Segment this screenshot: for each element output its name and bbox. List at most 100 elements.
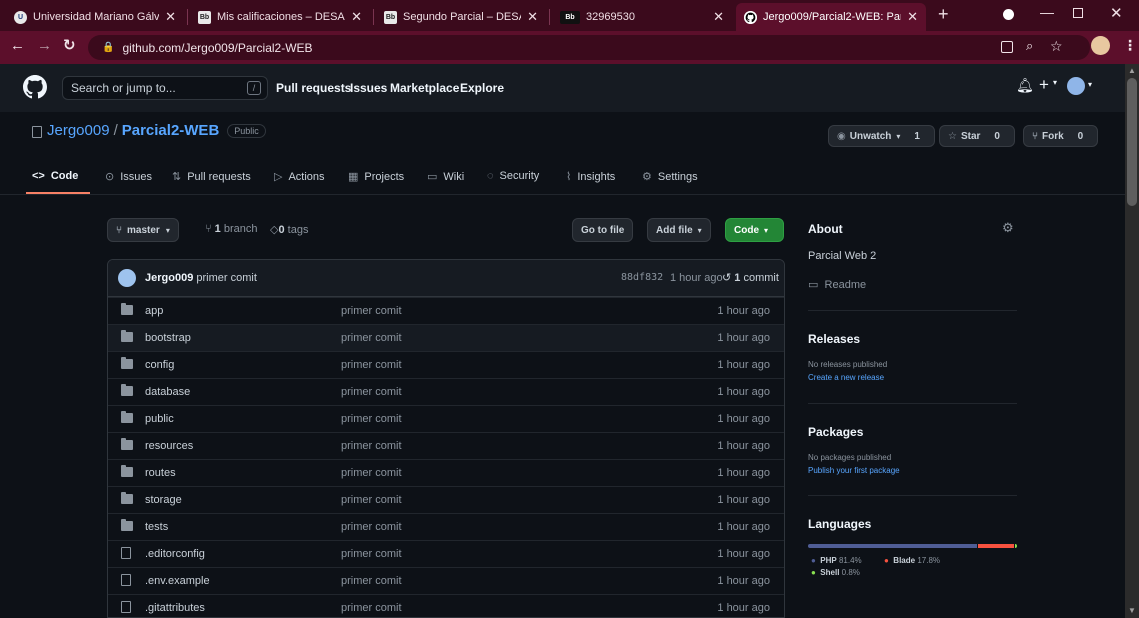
close-tab-icon[interactable]: ✕ <box>351 9 362 25</box>
tab-code[interactable]: <> Code <box>32 170 78 182</box>
maximize-icon[interactable] <box>1073 8 1083 18</box>
add-file-button[interactable]: Add file ▾ <box>647 218 711 242</box>
table-row[interactable]: database primer comit 1 hour ago <box>108 378 784 405</box>
nav-explore[interactable]: Explore <box>460 81 504 95</box>
file-name-link[interactable]: routes <box>145 467 176 479</box>
tab-wiki[interactable]: ▭ Wiki <box>427 170 464 184</box>
commit-author-avatar[interactable] <box>118 269 136 287</box>
file-name-link[interactable]: public <box>145 413 174 425</box>
table-row[interactable]: resources primer comit 1 hour ago <box>108 432 784 459</box>
file-commit-message-link[interactable]: primer comit <box>341 413 402 425</box>
branch-select-button[interactable]: ⑂ master ▾ <box>107 218 179 242</box>
address-bar[interactable]: 🔒 github.com/Jergo009/Parcial2-WEB <box>88 35 1090 60</box>
tab-search-icon[interactable] <box>1003 9 1014 20</box>
nav-issues[interactable]: Issues <box>350 81 387 95</box>
file-commit-message-link[interactable]: primer comit <box>341 359 402 371</box>
minimize-icon[interactable]: — <box>1040 4 1054 20</box>
file-commit-message-link[interactable]: primer comit <box>341 386 402 398</box>
github-logo-icon[interactable] <box>23 75 47 104</box>
go-to-file-button[interactable]: Go to file <box>572 218 634 242</box>
notifications-bell-icon[interactable]: 🔔︎ <box>1016 77 1034 94</box>
branches-link[interactable]: ⑂ 1 branch <box>205 223 257 235</box>
file-commit-message-link[interactable]: primer comit <box>341 440 402 452</box>
table-row[interactable]: config primer comit 1 hour ago <box>108 351 784 378</box>
reload-icon[interactable]: ↻ <box>63 36 76 54</box>
fork-count[interactable]: 0 <box>1072 130 1090 143</box>
tab-pull-requests[interactable]: ⇅ Pull requests <box>172 170 251 184</box>
file-commit-message-link[interactable]: primer comit <box>341 521 402 533</box>
table-row[interactable]: tests primer comit 1 hour ago <box>108 513 784 540</box>
table-row[interactable]: routes primer comit 1 hour ago <box>108 459 784 486</box>
tab-projects[interactable]: ▦ Projects <box>348 170 404 184</box>
nav-marketplace[interactable]: Marketplace <box>390 81 459 95</box>
file-commit-message-link[interactable]: primer comit <box>341 575 402 587</box>
file-commit-message-link[interactable]: primer comit <box>341 305 402 317</box>
scroll-down-arrow-icon[interactable]: ▼ <box>1128 606 1136 615</box>
commit-sha-link[interactable]: 88df832 <box>621 272 663 283</box>
repo-owner-link[interactable]: Jergo009 <box>47 122 110 139</box>
table-row[interactable]: public primer comit 1 hour ago <box>108 405 784 432</box>
table-row[interactable]: bootstrap primer comit 1 hour ago <box>108 324 784 351</box>
translate-icon[interactable] <box>1001 41 1013 53</box>
profile-avatar[interactable] <box>1091 36 1110 55</box>
create-release-link[interactable]: Create a new release <box>808 373 884 382</box>
file-name-link[interactable]: resources <box>145 440 193 452</box>
browser-menu-icon[interactable]: ⋮ <box>1123 37 1137 54</box>
browser-tab-github-active[interactable]: Jergo009/Parcial2-WEB: Parcial ✕ <box>736 3 926 31</box>
tab-settings[interactable]: ⚙ Settings <box>642 170 698 184</box>
repo-name-link[interactable]: Parcial2-WEB <box>122 122 220 139</box>
code-download-button[interactable]: Code ▾ <box>725 218 784 242</box>
file-name-link[interactable]: .env.example <box>145 575 210 587</box>
tags-link[interactable]: ◇0 tags <box>270 223 308 236</box>
close-tab-icon[interactable]: ✕ <box>907 9 918 25</box>
close-tab-icon[interactable]: ✕ <box>527 9 538 25</box>
unwatch-button[interactable]: ◉ Unwatch ▾ 1 <box>828 125 935 147</box>
table-row[interactable]: app primer comit 1 hour ago <box>108 297 784 324</box>
close-tab-icon[interactable]: ✕ <box>165 9 176 25</box>
scrollbar-thumb[interactable] <box>1127 78 1137 206</box>
new-tab-button[interactable]: + <box>938 4 949 25</box>
user-avatar[interactable] <box>1067 77 1085 95</box>
star-count[interactable]: 0 <box>988 130 1006 143</box>
fork-button[interactable]: ⑂ Fork 0 <box>1023 125 1099 147</box>
language-shell[interactable]: ● Shell 0.8% <box>811 568 860 577</box>
tab-security[interactable]: ◌ Security <box>487 170 539 182</box>
gear-icon[interactable]: ⚙ <box>1002 220 1014 236</box>
file-commit-message-link[interactable]: primer comit <box>341 602 402 614</box>
browser-tab-segundo-parcial[interactable]: Bb Segundo Parcial – DESARROLL ✕ <box>376 3 546 31</box>
file-name-link[interactable]: database <box>145 386 190 398</box>
file-name-link[interactable]: storage <box>145 494 182 506</box>
back-arrow-icon[interactable]: ← <box>10 37 25 54</box>
table-row[interactable]: .gitattributes primer comit 1 hour ago <box>108 594 784 617</box>
star-button[interactable]: ☆ Star 0 <box>939 125 1015 147</box>
watch-count[interactable]: 1 <box>908 130 926 143</box>
file-name-link[interactable]: app <box>145 305 163 317</box>
table-row[interactable]: .editorconfig primer comit 1 hour ago <box>108 540 784 567</box>
commit-message-link[interactable]: primer comit <box>196 272 257 284</box>
close-tab-icon[interactable]: ✕ <box>713 9 724 25</box>
table-row[interactable]: storage primer comit 1 hour ago <box>108 486 784 513</box>
search-input[interactable]: Search or jump to... / <box>62 76 268 100</box>
tab-issues[interactable]: ⊙ Issues <box>105 170 152 184</box>
commit-author-link[interactable]: Jergo009 <box>145 272 193 284</box>
file-commit-message-link[interactable]: primer comit <box>341 467 402 479</box>
file-commit-message-link[interactable]: primer comit <box>341 494 402 506</box>
file-name-link[interactable]: tests <box>145 521 168 533</box>
zoom-icon[interactable]: ⌕ <box>1026 38 1033 54</box>
forward-arrow-icon[interactable]: → <box>37 37 52 54</box>
publish-package-link[interactable]: Publish your first package <box>808 466 900 475</box>
file-name-link[interactable]: config <box>145 359 174 371</box>
tab-insights[interactable]: ⌇ Insights <box>566 170 615 184</box>
language-php[interactable]: ● PHP 81.4% <box>811 556 862 565</box>
commit-history-link[interactable]: ↺ 1 commit <box>722 271 779 284</box>
tab-actions[interactable]: ▷ Actions <box>274 170 325 184</box>
file-name-link[interactable]: bootstrap <box>145 332 191 344</box>
nav-pull-requests[interactable]: Pull requests <box>276 81 351 95</box>
packages-heading[interactable]: Packages <box>808 425 863 439</box>
file-name-link[interactable]: .editorconfig <box>145 548 205 560</box>
file-commit-message-link[interactable]: primer comit <box>341 548 402 560</box>
file-name-link[interactable]: .gitattributes <box>145 602 205 614</box>
file-commit-message-link[interactable]: primer comit <box>341 332 402 344</box>
close-window-icon[interactable]: ✕ <box>1110 4 1123 22</box>
language-blade[interactable]: ● Blade 17.8% <box>884 556 940 565</box>
